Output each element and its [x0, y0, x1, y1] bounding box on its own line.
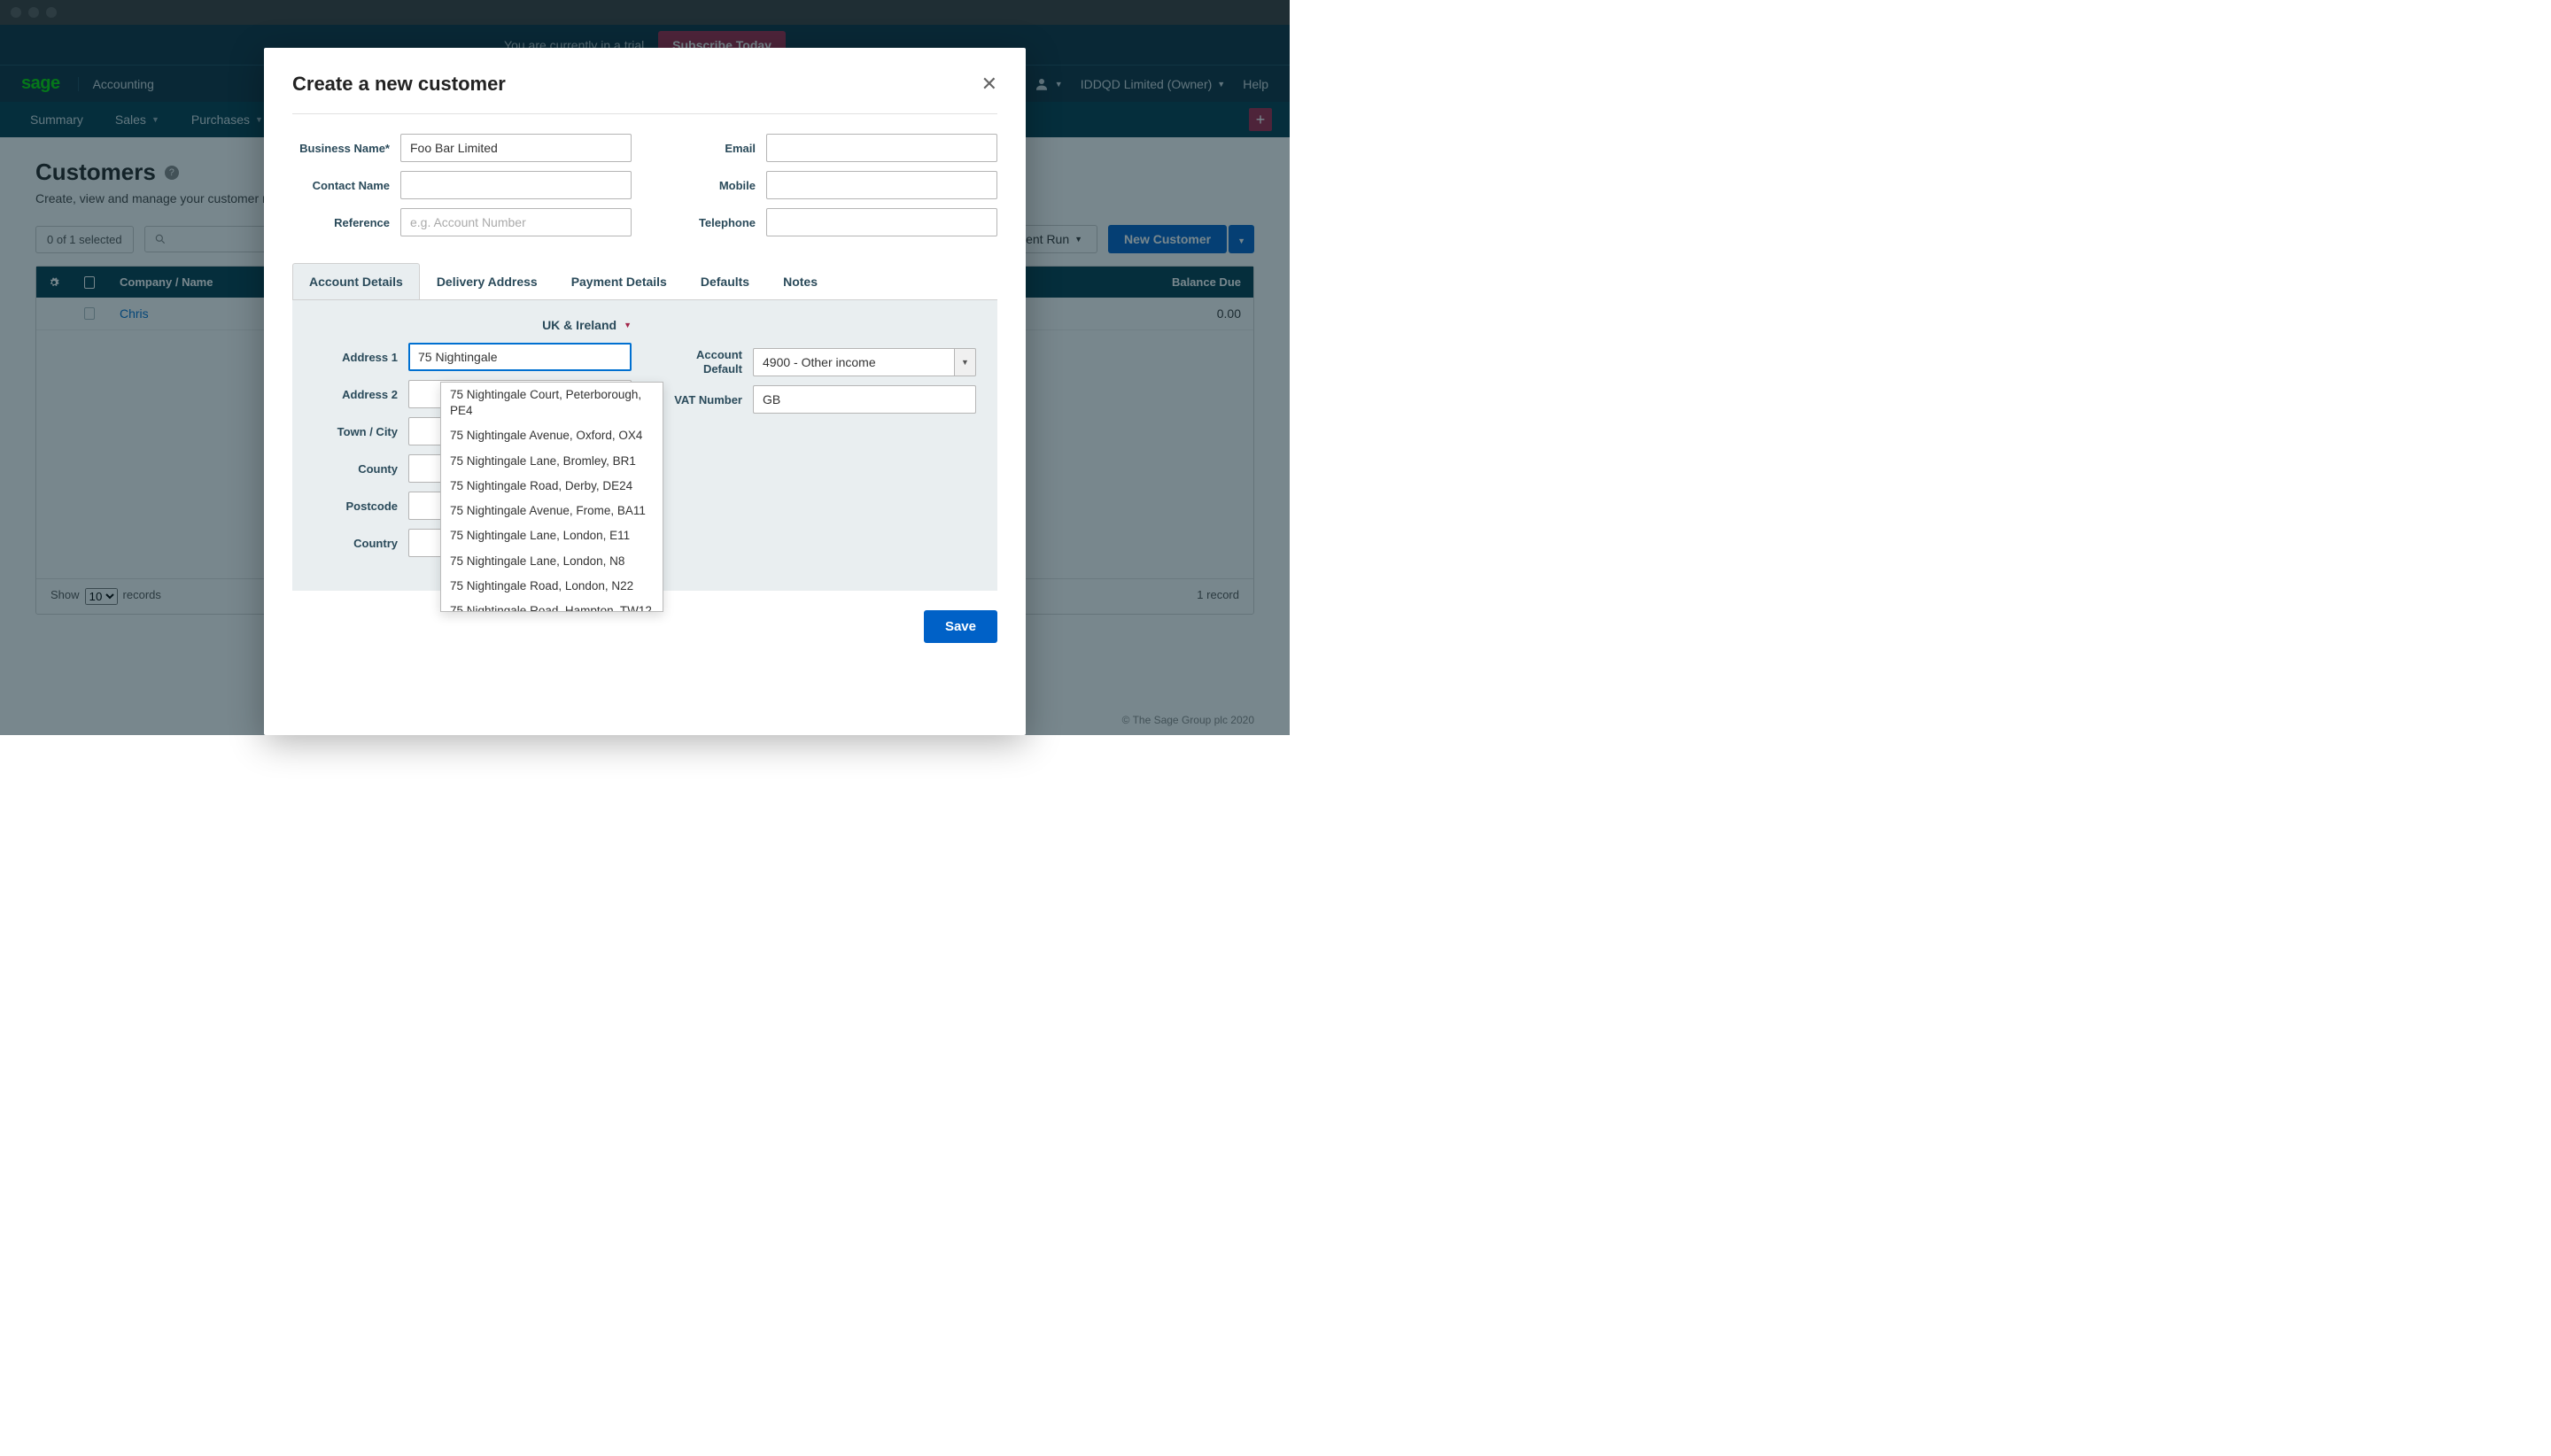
business-name-input[interactable]: [400, 134, 632, 162]
contact-name-label: Contact Name: [292, 179, 390, 192]
address-autocomplete: 75 Nightingale Court, Peterborough, PE4 …: [440, 382, 663, 612]
modal-title: Create a new customer: [292, 73, 506, 96]
town-label: Town / City: [314, 425, 398, 438]
email-input[interactable]: [766, 134, 997, 162]
autocomplete-item[interactable]: 75 Nightingale Avenue, Oxford, OX4: [441, 423, 663, 448]
caret-down-icon: ▼: [624, 321, 632, 329]
business-name-label: Business Name*: [292, 142, 390, 155]
reference-input[interactable]: [400, 208, 632, 236]
vat-label: VAT Number: [658, 393, 742, 407]
tab-delivery-address[interactable]: Delivery Address: [420, 263, 554, 299]
contact-name-input[interactable]: [400, 171, 632, 199]
autocomplete-item[interactable]: 75 Nightingale Lane, Bromley, BR1: [441, 449, 663, 474]
region-dropdown[interactable]: UK & Ireland ▼: [314, 318, 632, 332]
autocomplete-item[interactable]: 75 Nightingale Road, Derby, DE24: [441, 474, 663, 499]
account-details-panel: UK & Ireland ▼ Address 1 Address 2 Town …: [292, 300, 997, 591]
vat-input[interactable]: [753, 385, 976, 414]
autocomplete-item[interactable]: 75 Nightingale Road, Hampton, TW12: [441, 599, 663, 612]
mobile-input[interactable]: [766, 171, 997, 199]
address1-input[interactable]: [408, 343, 632, 371]
tab-payment-details[interactable]: Payment Details: [554, 263, 684, 299]
country-label: Country: [314, 537, 398, 550]
telephone-label: Telephone: [658, 216, 756, 229]
create-customer-modal: Create a new customer ✕ Business Name* C…: [264, 48, 1026, 735]
reference-label: Reference: [292, 216, 390, 229]
tab-bar: Account Details Delivery Address Payment…: [292, 263, 997, 300]
mobile-label: Mobile: [658, 179, 756, 192]
tab-account-details[interactable]: Account Details: [292, 263, 420, 299]
telephone-input[interactable]: [766, 208, 997, 236]
postcode-label: Postcode: [314, 500, 398, 513]
account-default-label: Account Default: [658, 348, 742, 376]
tab-defaults[interactable]: Defaults: [684, 263, 766, 299]
caret-down-icon[interactable]: ▼: [955, 348, 976, 376]
account-default-select[interactable]: 4900 - Other income: [753, 348, 955, 376]
address1-label: Address 1: [314, 351, 398, 364]
autocomplete-item[interactable]: 75 Nightingale Lane, London, N8: [441, 549, 663, 574]
autocomplete-item[interactable]: 75 Nightingale Road, London, N22: [441, 574, 663, 599]
close-icon[interactable]: ✕: [981, 73, 997, 96]
save-button[interactable]: Save: [924, 610, 997, 643]
email-label: Email: [658, 142, 756, 155]
autocomplete-item[interactable]: 75 Nightingale Court, Peterborough, PE4: [441, 383, 663, 423]
address2-label: Address 2: [314, 388, 398, 401]
tab-notes[interactable]: Notes: [766, 263, 834, 299]
county-label: County: [314, 462, 398, 476]
autocomplete-item[interactable]: 75 Nightingale Lane, London, E11: [441, 523, 663, 548]
autocomplete-item[interactable]: 75 Nightingale Avenue, Frome, BA11: [441, 499, 663, 523]
modal-overlay: Create a new customer ✕ Business Name* C…: [0, 0, 1290, 735]
